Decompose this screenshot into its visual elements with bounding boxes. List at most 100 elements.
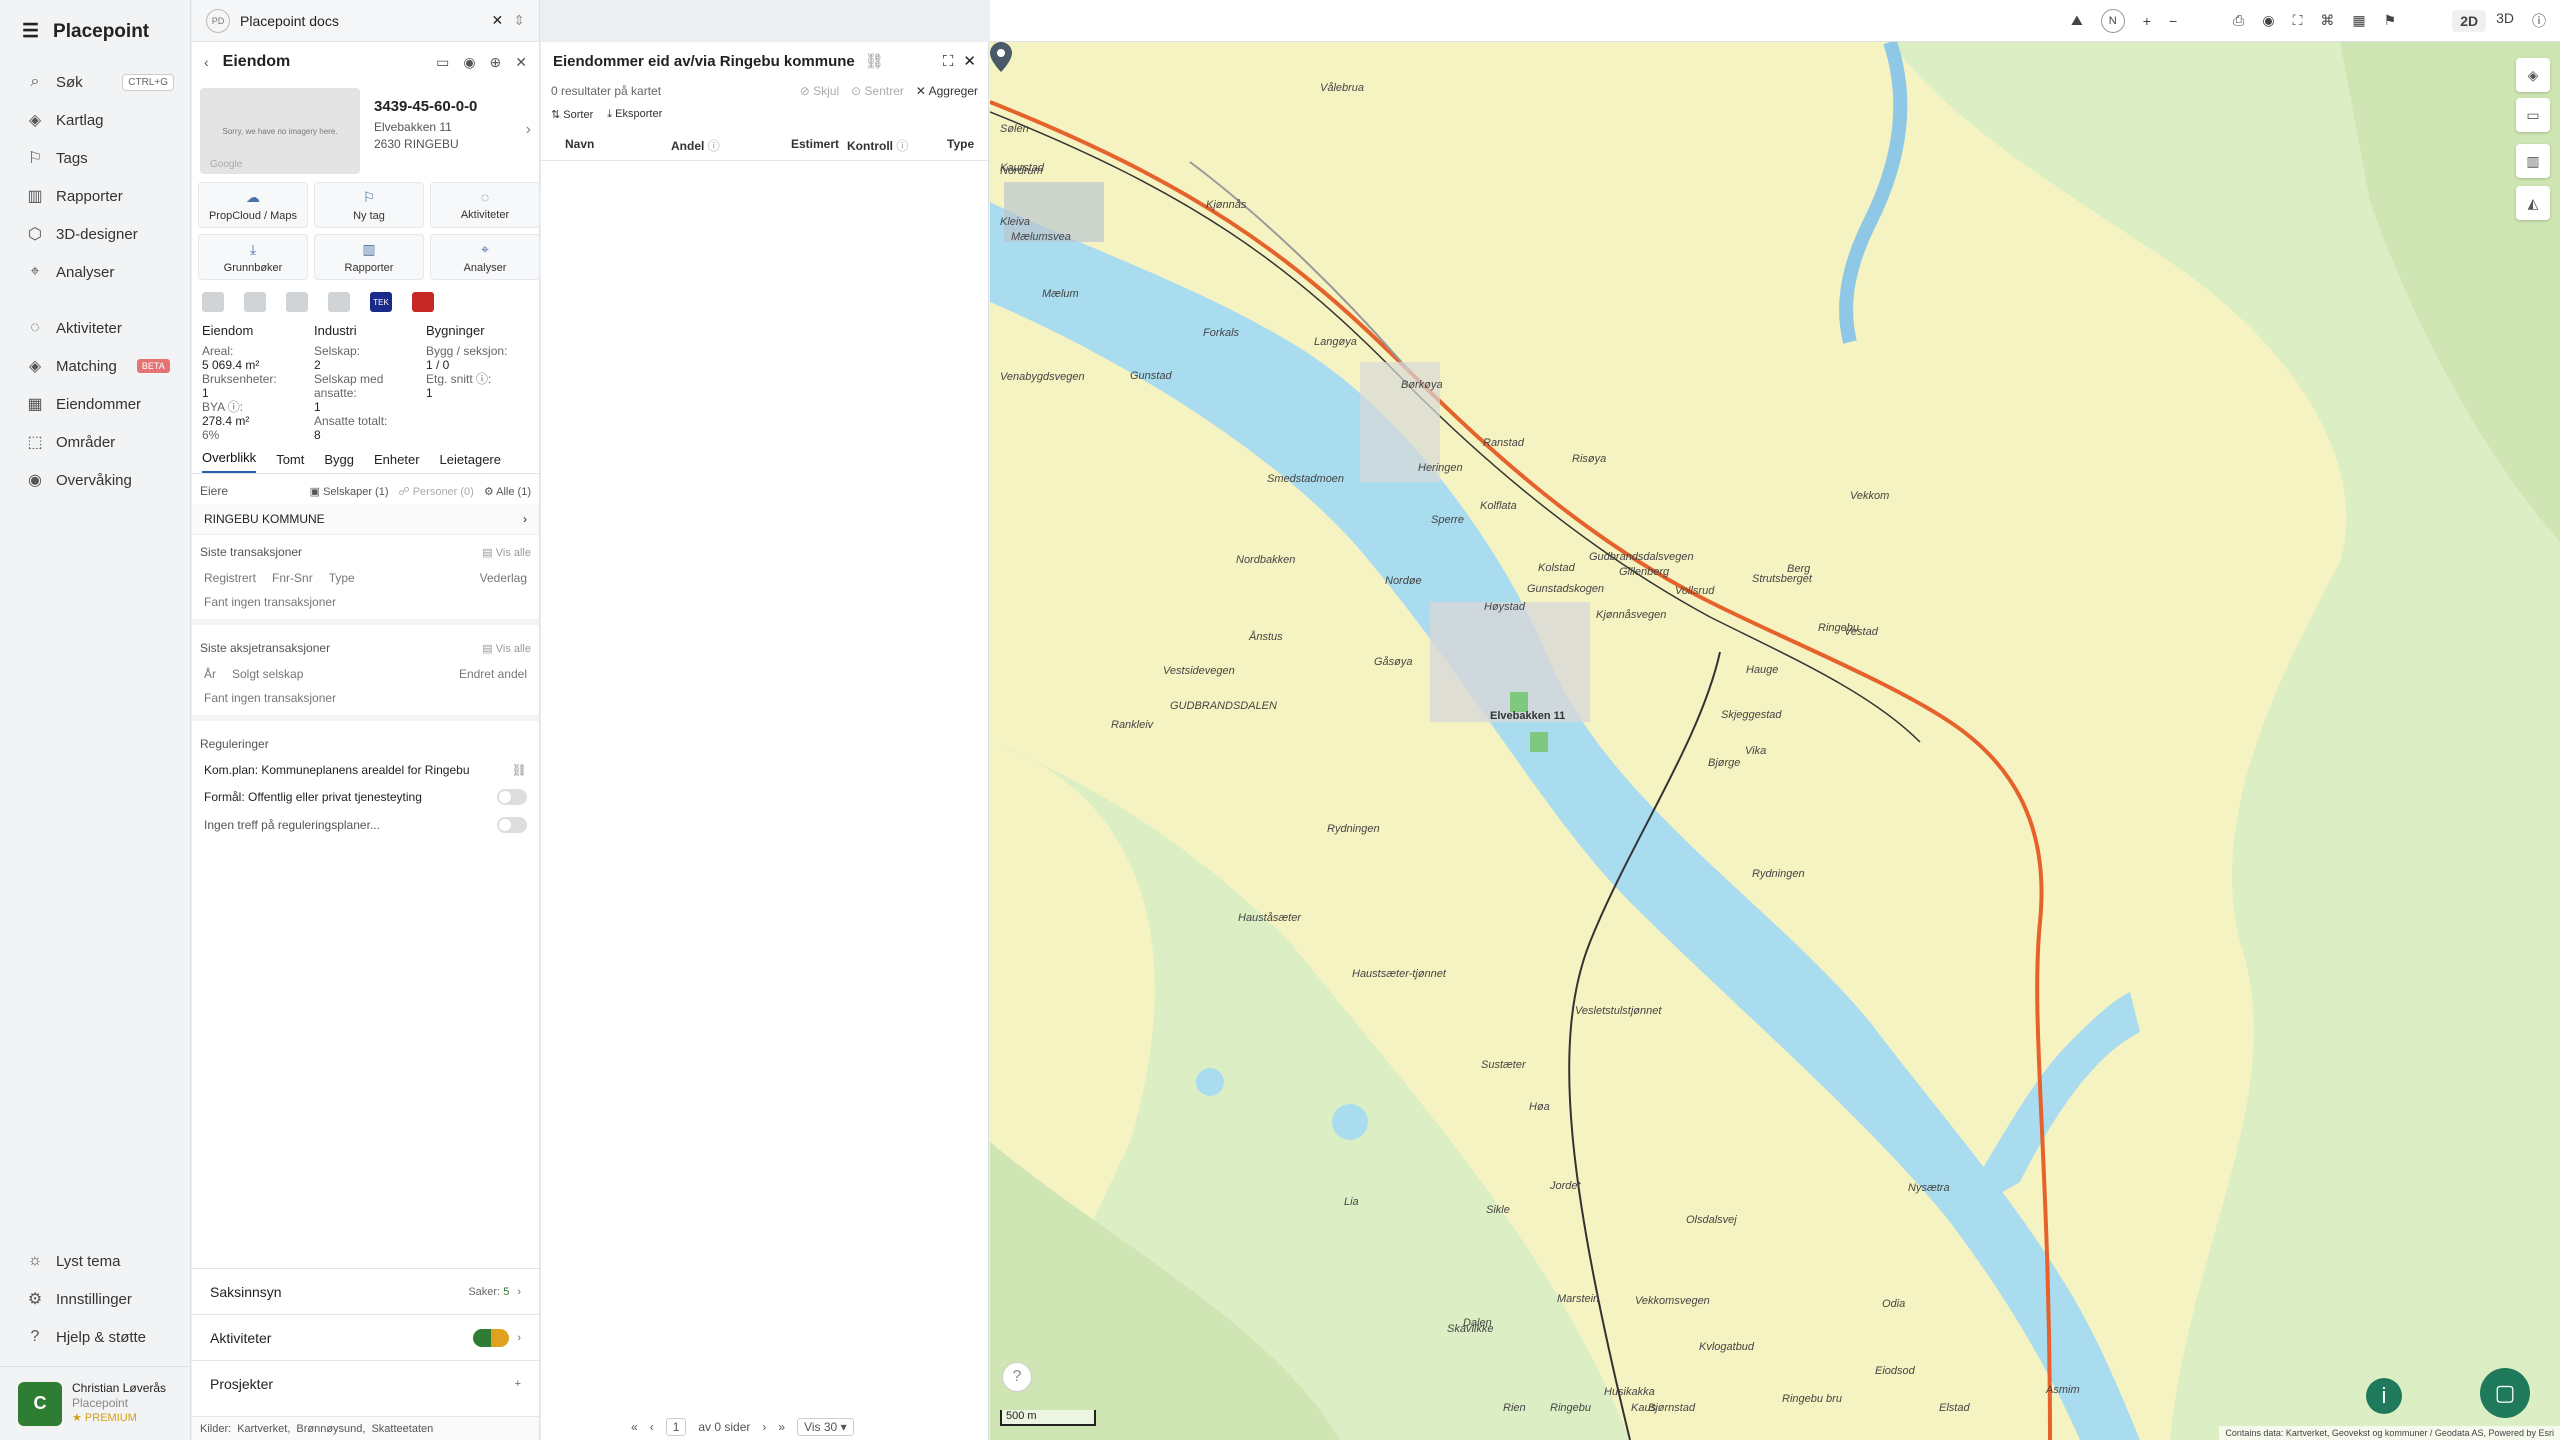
location-marker-icon[interactable]	[990, 42, 1012, 72]
col-navn[interactable]: Navn	[551, 137, 671, 154]
eye-icon[interactable]: ◉	[463, 54, 475, 71]
source-icon[interactable]	[412, 292, 434, 312]
source-icon[interactable]	[202, 292, 224, 312]
filter-all[interactable]: ⚙ Alle (1)	[484, 485, 531, 498]
source-link[interactable]: Kartverket,	[237, 1423, 290, 1435]
plans-toggle[interactable]	[497, 817, 527, 833]
last-page-icon[interactable]: »	[778, 1420, 785, 1434]
tab-tomt[interactable]: Tomt	[276, 452, 304, 473]
chevron-updown-icon[interactable]: ⇕	[513, 12, 525, 29]
close-icon[interactable]: ✕	[515, 54, 527, 71]
chat-fab-icon[interactable]: ▢	[2480, 1368, 2530, 1418]
col-estimert[interactable]: Estimert	[791, 137, 847, 154]
source-icon[interactable]	[244, 292, 266, 312]
camera-icon[interactable]: ⌘	[2320, 12, 2334, 29]
add-icon[interactable]: ⊕	[490, 54, 502, 71]
nav-item-eiendommer[interactable]: ▦ Eiendommer	[0, 385, 190, 423]
nav-item-tags[interactable]: ⚐ Tags	[0, 139, 190, 177]
filter-persons[interactable]: ☍ Personer (0)	[399, 485, 474, 498]
nav-item-kartlag[interactable]: ◈ Kartlag	[0, 101, 190, 139]
print-icon[interactable]: ⎙	[2233, 12, 2244, 29]
app-logo[interactable]: ☰ Placepoint	[0, 0, 190, 63]
col-kontroll[interactable]: Kontroll ⓘ	[847, 137, 947, 154]
action-propcloud-maps[interactable]: ☁ PropCloud / Maps	[198, 182, 308, 228]
nav-item-overvåking[interactable]: ◉ Overvåking	[0, 461, 190, 499]
fullscreen-icon[interactable]: ⛶	[2293, 12, 2303, 29]
measure-tool-icon[interactable]: ▭	[2516, 98, 2550, 132]
info-icon[interactable]: ⓘ	[2532, 11, 2546, 31]
zoom-out-icon[interactable]: −	[2169, 13, 2177, 29]
regulation-plan[interactable]: Kom.plan: Kommuneplanens arealdel for Ri…	[192, 757, 539, 783]
sort-button[interactable]: ⇅ Sorter	[551, 108, 593, 121]
eye-icon[interactable]: ◉	[2262, 12, 2274, 29]
nav-item-analyser[interactable]: ⌖ Analyser	[0, 253, 190, 291]
nav-item-lyst-tema[interactable]: ☼ Lyst tema	[0, 1242, 190, 1280]
grid-icon[interactable]: ▦	[2352, 12, 2365, 29]
back-icon[interactable]: ‹	[204, 54, 209, 70]
first-page-icon[interactable]: «	[631, 1420, 638, 1434]
layers-icon[interactable]: ⛰	[2071, 12, 2083, 29]
source-icon[interactable]	[286, 292, 308, 312]
action-rapporter[interactable]: ▥ Rapporter	[314, 234, 424, 280]
map-layers-tool-icon[interactable]: ◈	[2516, 58, 2550, 92]
bookmark-icon[interactable]: ⚑	[2384, 12, 2397, 29]
nav-item-aktiviteter[interactable]: ◌ Aktiviteter	[0, 309, 190, 347]
expand-icon[interactable]: ⛶	[943, 53, 954, 70]
elevation-tool-icon[interactable]: ◭	[2516, 186, 2550, 220]
nav-item-innstillinger[interactable]: ⚙ Innstillinger	[0, 1280, 190, 1318]
activities-accordion[interactable]: Aktiviteter ›	[192, 1314, 539, 1360]
plus-icon[interactable]: +	[515, 1378, 521, 1390]
col-type[interactable]: Type	[947, 137, 974, 154]
map-canvas[interactable]: Vålebrua Sølen Kleiva Mælumsvea Kaurstad Nord…	[990, 42, 2560, 1440]
nav-item-hjelp-støtte[interactable]: ? Hjelp & støtte	[0, 1318, 190, 1356]
hide-button[interactable]: ⊘ Skjul	[800, 84, 839, 98]
projects-accordion[interactable]: Prosjekter +	[192, 1360, 539, 1406]
card-icon[interactable]: ▭	[436, 54, 449, 71]
chart-tool-icon[interactable]: ▥	[2516, 144, 2550, 178]
mode-2d[interactable]: 2D	[2452, 9, 2487, 32]
source-link[interactable]: Skatteetaten	[371, 1423, 433, 1435]
help-icon[interactable]: ?	[1002, 1362, 1032, 1392]
source-icon[interactable]	[328, 292, 350, 312]
cases-accordion[interactable]: Saksinnsyn Saker: 5 ›	[192, 1268, 539, 1314]
workspace-tab[interactable]: PD Placepoint docs ✕ ⇕	[192, 0, 539, 42]
col-andel[interactable]: Andel ⓘ	[671, 137, 791, 154]
prev-page-icon[interactable]: ‹	[650, 1420, 654, 1434]
action-ny-tag[interactable]: ⚐ Ny tag	[314, 182, 424, 228]
show-all-link[interactable]: ▤ Vis alle	[482, 642, 531, 655]
next-page-icon[interactable]: ›	[762, 1420, 766, 1434]
owner-row[interactable]: RINGEBU KOMMUNE ›	[192, 504, 539, 535]
info-fab-icon[interactable]: i	[2366, 1378, 2402, 1414]
tab-enheter[interactable]: Enheter	[374, 452, 420, 473]
link-icon[interactable]: ⛓	[865, 52, 884, 70]
filter-companies[interactable]: ▣ Selskaper (1)	[310, 485, 389, 498]
property-card[interactable]: Sorry, we have no imagery here. Google 3…	[192, 82, 539, 178]
action-analyser[interactable]: ⌖ Analyser	[430, 234, 540, 280]
source-link[interactable]: Brønnøysund,	[296, 1423, 365, 1435]
tab-bygg[interactable]: Bygg	[324, 452, 354, 473]
tab-overblikk[interactable]: Overblikk	[202, 450, 257, 473]
page-input[interactable]: 1	[665, 1418, 687, 1436]
link-icon[interactable]: ⛓	[512, 763, 527, 777]
zoom-in-icon[interactable]: +	[2143, 13, 2151, 29]
tab-leietagere[interactable]: Leietagere	[440, 452, 501, 473]
action-aktiviteter[interactable]: ◌ Aktiviteter	[430, 182, 540, 228]
chevron-right-icon[interactable]: ›	[526, 121, 531, 139]
source-icon[interactable]: TEK	[370, 292, 392, 312]
user-profile[interactable]: C Christian Løverås Placepoint ★ PREMIUM	[0, 1366, 190, 1440]
aggregate-button[interactable]: ✕ Aggreger	[916, 84, 978, 98]
nav-item-matching[interactable]: ◈ Matching BETA	[0, 347, 190, 385]
nav-item-3d-designer[interactable]: ⬡ 3D-designer	[0, 215, 190, 253]
center-button[interactable]: ⊙ Sentrer	[851, 84, 904, 98]
nav-item-søk[interactable]: ⌕ Søk CTRL+G	[0, 63, 190, 101]
action-grunnbøker[interactable]: ⤓ Grunnbøker	[198, 234, 308, 280]
close-icon[interactable]: ✕	[492, 12, 504, 29]
export-button[interactable]: ⤓ Eksporter	[607, 108, 662, 121]
compass-icon[interactable]: N	[2100, 8, 2125, 33]
close-icon[interactable]: ✕	[963, 52, 976, 70]
per-page-select[interactable]: Vis 30 ▾	[797, 1418, 854, 1436]
show-all-link[interactable]: ▤ Vis alle	[482, 546, 531, 559]
mode-3d[interactable]: 3D	[2496, 10, 2514, 32]
purpose-toggle[interactable]	[497, 789, 527, 805]
nav-item-rapporter[interactable]: ▥ Rapporter	[0, 177, 190, 215]
